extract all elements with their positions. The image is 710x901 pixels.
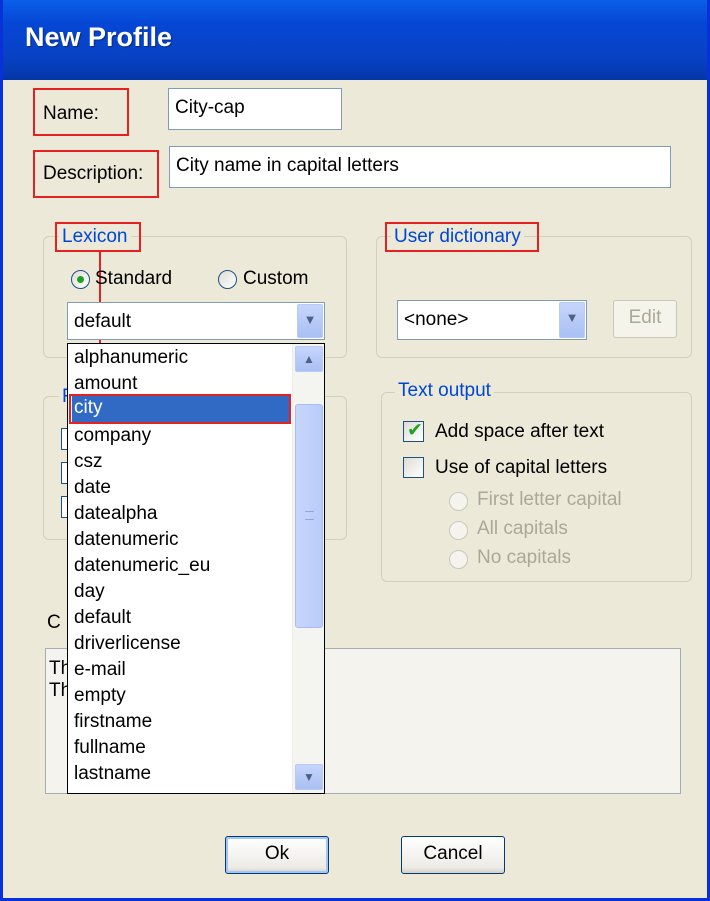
obscured-comment-label: C xyxy=(47,612,61,633)
list-item[interactable]: datealpha xyxy=(72,502,290,528)
text-output-legend: Text output xyxy=(395,380,494,402)
list-item[interactable]: alphanumeric xyxy=(72,346,290,372)
no-capitals-radio[interactable] xyxy=(449,550,468,569)
lexicon-combo-value: default xyxy=(74,311,132,332)
lexicon-combo[interactable]: default ▼ xyxy=(67,302,325,340)
dialog-title: New Profile xyxy=(25,22,173,52)
grip-icon xyxy=(305,511,314,520)
capitals-label: Use of capital letters xyxy=(435,457,608,478)
list-item[interactable]: default xyxy=(72,606,290,632)
title-bar[interactable]: New Profile xyxy=(3,0,707,80)
all-capitals-label: All capitals xyxy=(477,518,568,539)
lexicon-legend-highlight xyxy=(55,222,141,252)
user-dictionary-combo-value: <none> xyxy=(404,309,469,330)
new-profile-dialog: New Profile Name: City-cap Description: … xyxy=(0,0,710,901)
scroll-down-icon[interactable]: ▼ xyxy=(295,764,323,790)
list-item[interactable]: date xyxy=(72,476,290,502)
city-item-highlight xyxy=(69,394,291,424)
user-dictionary-highlight xyxy=(385,222,539,252)
custom-radio[interactable] xyxy=(218,270,237,289)
all-capitals-radio[interactable] xyxy=(449,521,468,540)
add-space-checkbox[interactable]: ✔ xyxy=(403,420,424,442)
list-item[interactable]: day xyxy=(72,580,290,606)
list-item[interactable]: company xyxy=(72,424,290,450)
standard-label: Standard xyxy=(95,268,173,289)
name-label: Name: xyxy=(43,103,99,124)
capitals-checkbox[interactable] xyxy=(403,457,424,478)
list-item[interactable]: lastname xyxy=(72,762,290,788)
first-letter-capital-radio[interactable] xyxy=(449,492,468,511)
list-item[interactable]: datenumeric xyxy=(72,528,290,554)
scrollbar-thumb[interactable] xyxy=(295,404,323,628)
list-item[interactable]: firstname xyxy=(72,710,290,736)
add-space-label: Add space after text xyxy=(435,421,604,442)
chevron-down-icon[interactable]: ▼ xyxy=(559,302,585,338)
list-item[interactable]: empty xyxy=(72,684,290,710)
first-letter-capital-label: First letter capital xyxy=(477,489,622,510)
no-capitals-label: No capitals xyxy=(477,547,571,568)
user-dictionary-combo[interactable]: <none> ▼ xyxy=(397,300,587,340)
list-item[interactable]: csz xyxy=(72,450,290,476)
ok-button[interactable]: Ok xyxy=(225,836,329,874)
custom-label: Custom xyxy=(243,268,309,289)
scroll-up-icon[interactable]: ▲ xyxy=(295,346,323,372)
chevron-down-icon[interactable]: ▼ xyxy=(297,304,323,338)
description-label: Description: xyxy=(43,163,144,184)
list-item[interactable]: datenumeric_eu xyxy=(72,554,290,580)
cancel-button[interactable]: Cancel xyxy=(401,836,505,874)
name-input[interactable]: City-cap xyxy=(168,88,342,130)
edit-button[interactable]: Edit xyxy=(613,300,677,338)
list-item[interactable]: fullname xyxy=(72,736,290,762)
standard-radio[interactable] xyxy=(71,270,90,289)
dropdown-scrollbar[interactable]: ▲ ▼ xyxy=(292,344,324,793)
list-item[interactable]: e-mail xyxy=(72,658,290,684)
list-item[interactable]: driverlicense xyxy=(72,632,290,658)
description-input[interactable]: City name in capital letters xyxy=(169,146,671,188)
